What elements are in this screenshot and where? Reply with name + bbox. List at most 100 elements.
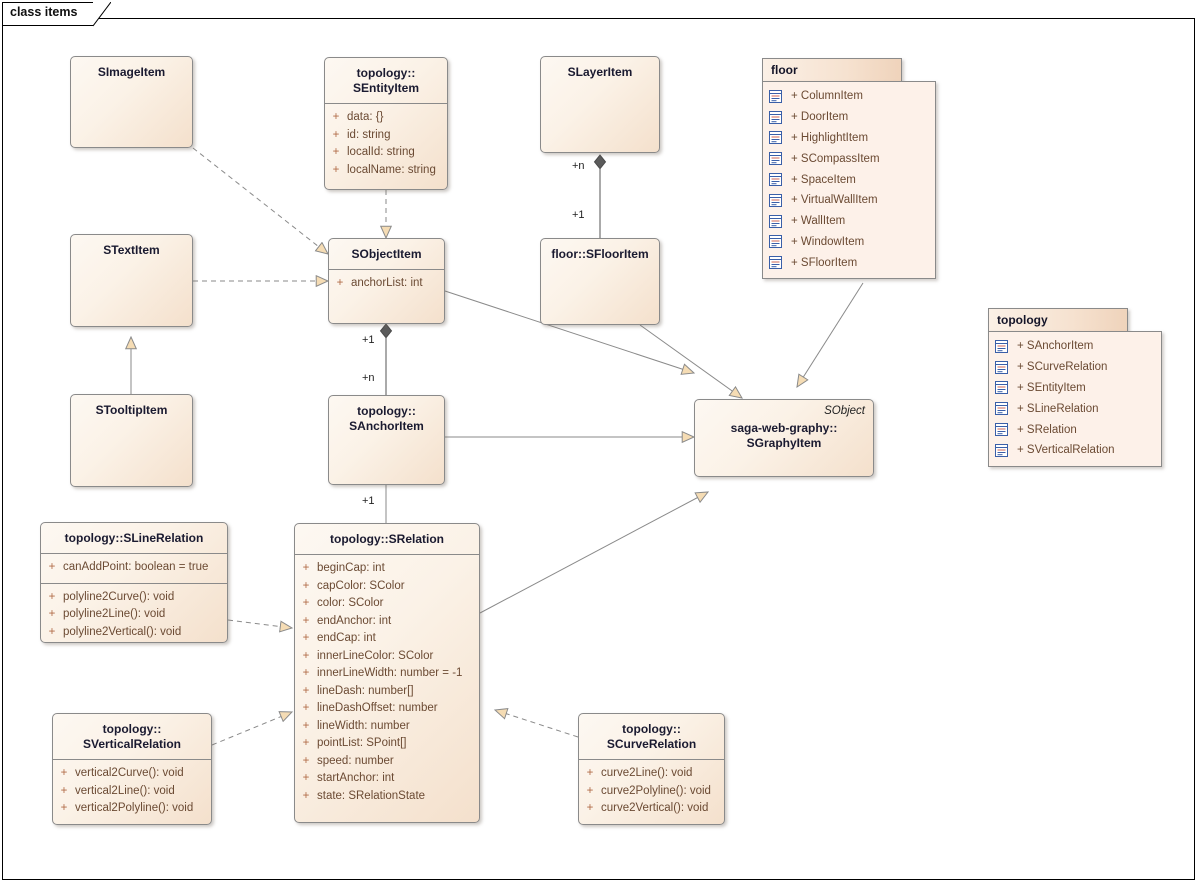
visibility: + (332, 128, 340, 141)
class-sflooritem[interactable]: floor::SFloorItem (540, 238, 660, 325)
list-item[interactable]: + WallItem (769, 211, 927, 232)
attribute-row: + innerLineColor: SColor (295, 648, 479, 666)
class-icon (995, 423, 1008, 437)
class-icon (769, 89, 782, 103)
class-title: topology:: SVerticalRelation (53, 714, 211, 760)
class-stextitem[interactable]: STextItem (70, 234, 193, 327)
class-srelation[interactable]: topology::SRelation + beginCap: int + ca… (294, 523, 480, 823)
visibility: + (332, 163, 340, 176)
signature: lineDash: number[] (317, 684, 414, 697)
signature: vertical2Polyline(): void (75, 802, 194, 814)
signature: anchorList: int (351, 277, 423, 289)
list-item[interactable]: + SEntityItem (995, 378, 1153, 399)
package-body: + ColumnItem + DoorItem + HighlightItem … (762, 81, 936, 280)
class-sanchoritem[interactable]: topology:: SAnchorItem (328, 395, 445, 485)
list-item-label: + SCompassItem (791, 152, 880, 165)
list-item[interactable]: + SLineRelation (995, 398, 1153, 419)
list-item-label: + SLineRelation (1017, 402, 1099, 415)
uml-class-diagram: class items SObjectItem (generalization,… (0, 0, 1199, 884)
attribute-row: + localName: string (325, 162, 447, 180)
signature: innerLineColor: SColor (317, 649, 434, 662)
signature: lineDashOffset: number (317, 702, 438, 714)
attribute-row: + speed: number (295, 753, 479, 771)
visibility: + (586, 802, 594, 814)
class-title: topology:: SCurveRelation (579, 714, 724, 760)
signature: curve2Vertical(): void (601, 802, 709, 814)
class-slinerelation[interactable]: topology::SLineRelation + canAddPoint: b… (40, 522, 228, 643)
visibility: + (60, 784, 68, 797)
package-tab: floor (762, 58, 902, 82)
list-item[interactable]: + HighlightItem (769, 128, 927, 149)
attribute-row: + lineDashOffset: number (295, 700, 479, 718)
operation-row: + vertical2Line(): void (53, 783, 211, 801)
list-item[interactable]: + WindowItem (769, 232, 927, 253)
class-icon (995, 360, 1008, 374)
signature: pointList: SPoint[] (317, 737, 407, 749)
list-item[interactable]: + SRelation (995, 419, 1153, 440)
attributes-compartment: + beginCap: int + capColor: SColor + col… (295, 555, 479, 811)
operation-row: + polyline2Vertical(): void (41, 624, 227, 642)
operation-row: + curve2Line(): void (579, 765, 724, 783)
class-icon (769, 173, 782, 187)
attribute-row: + innerLineWidth: number = -1 (295, 665, 479, 683)
multiplicity-object-1: +1 (362, 334, 375, 346)
signature: state: SRelationState (317, 789, 426, 802)
list-item[interactable]: + SFloorItem (769, 252, 927, 273)
class-title: STooltipItem (95, 403, 168, 417)
diagram-label-tab-slope (93, 2, 111, 27)
class-icon (769, 256, 782, 270)
visibility: + (48, 608, 56, 620)
signature: innerLineWidth: number = -1 (317, 667, 463, 679)
class-title: STextItem (103, 243, 160, 257)
visibility: + (302, 614, 310, 627)
class-sobjectitem[interactable]: SObjectItem + anchorList: int (328, 238, 445, 324)
class-stooltipitem[interactable]: STooltipItem (70, 394, 193, 487)
attribute-row: + localId: string (325, 144, 447, 162)
list-item[interactable]: + SCompassItem (769, 148, 927, 169)
operation-row: + vertical2Polyline(): void (53, 800, 211, 818)
multiplicity-layer-n: +n (572, 160, 585, 172)
signature: vertical2Curve(): void (75, 767, 184, 779)
class-slayeritem[interactable]: SLayerItem (540, 56, 660, 153)
visibility: + (332, 146, 340, 158)
class-title: topology:: SAnchorItem (349, 404, 424, 433)
class-title: SObjectItem (329, 239, 444, 270)
signature: color: SColor (317, 597, 384, 609)
class-sverticalrelation[interactable]: topology:: SVerticalRelation + vertical2… (52, 713, 212, 825)
package-tab: topology (988, 308, 1128, 332)
attributes-compartment: + canAddPoint: boolean = true (41, 554, 227, 583)
visibility: + (302, 632, 310, 644)
list-item[interactable]: + SAnchorItem (995, 336, 1153, 357)
signature: localName: string (347, 163, 436, 176)
attributes-compartment: + anchorList: int (329, 270, 444, 299)
class-sgraphyitem[interactable]: SObject saga-web-graphy:: SGraphyItem (694, 399, 874, 477)
list-item[interactable]: + SVerticalRelation (995, 440, 1153, 461)
visibility: + (302, 597, 310, 609)
list-item[interactable]: + SpaceItem (769, 169, 927, 190)
attribute-row: + startAnchor: int (295, 770, 479, 788)
list-item-label: + SFloorItem (791, 256, 858, 269)
package-name: floor (771, 63, 798, 77)
operations-compartment: + polyline2Curve(): void + polyline2Line… (41, 582, 227, 643)
class-sentityitem[interactable]: topology:: SEntityItem + data: {} + id: … (324, 57, 448, 190)
class-icon (769, 152, 782, 166)
signature: endCap: int (317, 632, 376, 644)
list-item-label: + SVerticalRelation (1017, 444, 1115, 457)
class-icon (769, 131, 782, 145)
attribute-row: + pointList: SPoint[] (295, 735, 479, 753)
list-item-label: + WindowItem (791, 235, 865, 248)
list-item[interactable]: + ColumnItem (769, 86, 927, 107)
list-item-label: + WallItem (791, 215, 846, 228)
visibility: + (586, 767, 594, 779)
list-item[interactable]: + VirtualWallItem (769, 190, 927, 211)
class-simageitem[interactable]: SImageItem (70, 56, 193, 148)
multiplicity-anchor-1: +1 (362, 495, 375, 507)
class-scurverelation[interactable]: topology:: SCurveRelation + curve2Line()… (578, 713, 725, 825)
list-item[interactable]: + DoorItem (769, 107, 927, 128)
visibility: + (302, 684, 310, 697)
operation-row: + vertical2Curve(): void (53, 765, 211, 783)
list-item[interactable]: + SCurveRelation (995, 357, 1153, 378)
visibility: + (302, 789, 310, 802)
class-title: topology::SRelation (295, 524, 479, 555)
class-icon (769, 193, 782, 207)
